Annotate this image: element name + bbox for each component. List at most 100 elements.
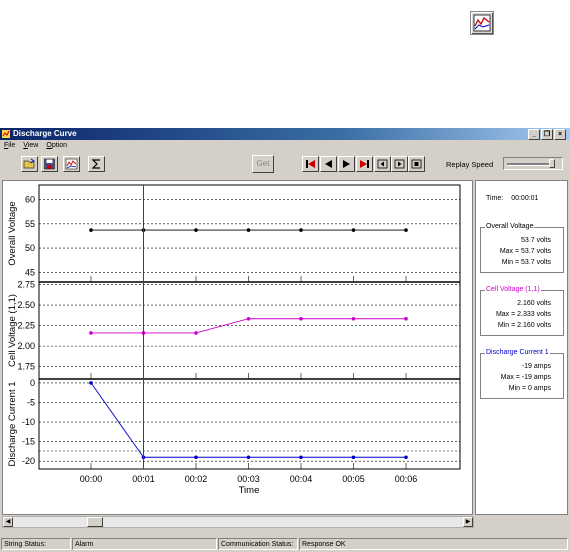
time-label: Time: [486,195,504,202]
replay-speed-thumb[interactable] [549,159,556,168]
stop-icon [411,159,422,169]
cell-voltage-max: Max = 2.333 volts [495,311,551,318]
chart-icon [65,158,78,170]
discharge-curve-app-icon[interactable] [470,11,494,35]
discharge-current-group: Discharge Current 1 -19 amps Max = -19 a… [480,349,564,399]
cell-voltage-value: 2.160 volts [517,300,551,307]
cell-voltage-group: Cell Voltage (1,1) 2.160 volts Max = 2.3… [480,286,564,336]
scroll-thumb[interactable] [87,517,103,527]
chart-view-button[interactable] [63,156,80,172]
stop-button[interactable] [408,156,425,172]
first-record-button[interactable] [302,156,319,172]
communication-status-value: Response OK [299,538,568,550]
data-point [89,381,93,385]
overall-voltage-group: Overall Voltage 53.7 volts Max = 53.7 vo… [480,223,564,273]
window-icon [2,130,10,138]
plot-area [38,184,461,470]
x-tick-label: 00:03 [237,474,260,484]
status-bar: String Status: Alarm Communication Statu… [0,537,570,552]
data-point [351,455,356,460]
y-axis-label: Cell Voltage (1,1) [7,294,18,367]
y-tick-label: 2.25 [17,321,35,331]
close-button[interactable]: × [554,129,566,140]
y-tick-label: -20 [22,456,35,466]
data-point [299,455,303,460]
x-tick-label: 00:01 [132,474,155,484]
y-tick-label: 45 [25,267,35,277]
y-tick-label: 55 [25,219,35,229]
discharge-current-min: Min = 0 amps [508,385,551,392]
y-tick-label: -5 [27,397,35,407]
y-axis-label: Overall Voltage [7,201,18,265]
overall-voltage-title: Overall Voltage [485,223,535,230]
y-tick-label: 50 [25,243,35,253]
play-button[interactable] [391,156,408,172]
scroll-left-button[interactable]: ◀ [3,517,13,527]
data-point [299,316,303,321]
y-tick-label: -15 [22,437,35,447]
title-bar: Discharge Curve _ ❐ × [0,128,570,140]
y-tick-label: 0 [30,378,35,388]
save-button[interactable] [41,156,58,172]
get-button[interactable]: Get [252,155,274,173]
next-button[interactable] [338,156,355,172]
discharge-current-title: Discharge Current 1 [485,349,550,356]
last-record-button[interactable] [356,156,373,172]
data-point [194,331,198,335]
open-folder-button[interactable] [21,156,38,172]
replay-speed-slider[interactable] [503,157,563,170]
discharge-current-value: -19 amps [521,363,551,370]
floppy-disk-icon [44,158,55,170]
cell-voltage-min: Min = 2.160 volts [497,322,551,329]
window-title: Discharge Curve [13,129,77,138]
overall-voltage-min: Min = 53.7 volts [501,259,551,266]
overall-voltage-max: Max = 53.7 volts [499,248,551,255]
discharge-chart: 45 50 55 60 Overall Voltage 1.75 2.00 2.25 2.50 2… [7,184,461,496]
open-folder-icon [23,158,35,169]
menu-bar: File View Option [0,141,67,151]
menu-file[interactable]: File [4,141,15,151]
menu-view[interactable]: View [23,141,38,151]
step-back-icon [325,160,332,168]
time-readout: Time: 00:00:01 [486,195,538,202]
y-axis-label: Discharge Current 1 [7,381,18,466]
y-tick-label: 1.75 [17,362,35,372]
data-point [351,316,356,321]
data-point [246,455,251,460]
communication-status-label: Communication Status: [218,538,298,550]
data-point [89,331,93,335]
scroll-right-button[interactable]: ▶ [463,517,473,527]
sigma-icon [91,159,100,169]
restore-button[interactable]: ❐ [541,129,553,140]
replay-speed-label: Replay Speed [446,160,494,169]
cell-voltage-title: Cell Voltage (1,1) [485,286,541,293]
data-point [89,228,93,232]
horizontal-scrollbar[interactable]: ◀ ▶ [2,516,474,528]
x-tick-label: 00:05 [342,474,365,484]
discharge-curve-window: Discharge Curve _ ❐ × File View Option G… [0,128,570,552]
menu-option[interactable]: Option [46,141,67,151]
data-point [246,228,251,232]
data-point [351,228,356,232]
y-tick-label: 2.00 [17,341,35,351]
string-status-label: String Status: [1,538,71,550]
play-icon [394,159,405,169]
y-tick-label: 2.75 [17,279,35,289]
skip-to-start-icon [306,160,315,168]
previous-button[interactable] [320,156,337,172]
step-forward-icon [343,160,350,168]
y-tick-label: -10 [22,417,35,427]
minimize-button[interactable]: _ [528,129,540,140]
x-tick-label: 00:00 [80,474,103,484]
toolbar: Get Replay Speed [0,152,570,178]
x-axis-label: Time [239,485,260,496]
replay-button[interactable] [374,156,391,172]
x-tick-label: 00:04 [290,474,313,484]
data-point [404,455,408,460]
overall-voltage-value: 53.7 volts [521,237,551,244]
statistics-button[interactable] [88,156,105,172]
data-point [404,316,408,321]
y-tick-label: 60 [25,195,35,205]
data-point [194,228,198,232]
data-point [246,316,251,321]
